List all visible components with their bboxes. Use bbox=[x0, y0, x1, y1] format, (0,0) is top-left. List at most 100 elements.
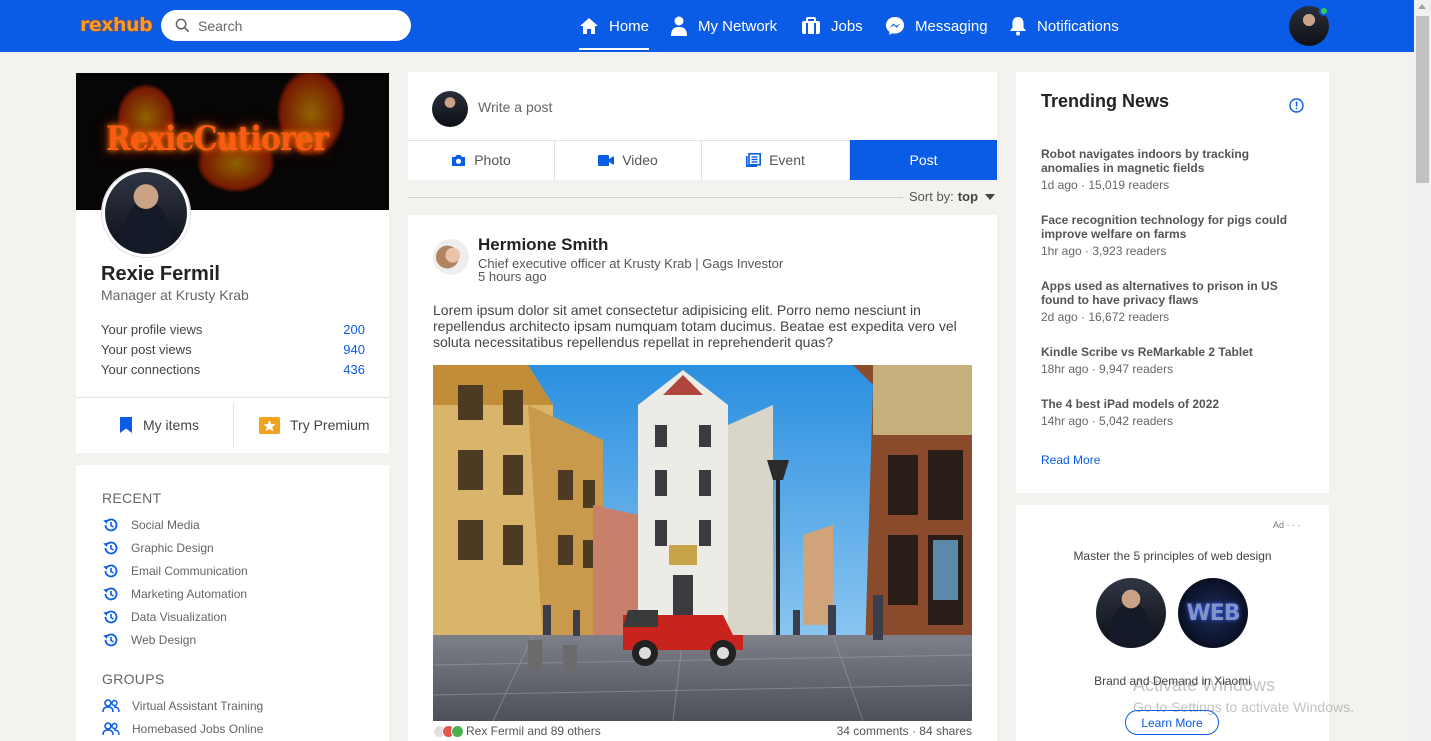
nav-notifications-label: Notifications bbox=[1037, 17, 1119, 35]
messenger-icon bbox=[886, 17, 904, 35]
sort-divider bbox=[408, 197, 903, 198]
groups-heading: GROUPS bbox=[102, 671, 165, 687]
history-icon bbox=[103, 610, 118, 624]
recent-item-label: Data Visualization bbox=[131, 610, 227, 624]
nav-jobs[interactable]: Jobs bbox=[801, 0, 863, 52]
recent-item[interactable]: Social Media bbox=[102, 516, 200, 534]
info-icon[interactable] bbox=[1289, 98, 1304, 113]
rexhub-logo[interactable]: rexhub bbox=[80, 14, 153, 36]
person-icon bbox=[671, 16, 687, 36]
post-views-value[interactable]: 940 bbox=[343, 342, 365, 357]
recent-item-label: Graphic Design bbox=[131, 541, 214, 555]
history-icon bbox=[103, 518, 118, 532]
profile-title: Manager at Krusty Krab bbox=[101, 287, 249, 303]
ad-logo-text: WEB bbox=[1186, 600, 1240, 626]
premium-star-icon bbox=[259, 416, 280, 434]
profile-picture[interactable] bbox=[102, 169, 190, 257]
search-box[interactable] bbox=[161, 10, 411, 41]
bookmark-icon bbox=[120, 417, 132, 433]
recent-item[interactable]: Marketing Automation bbox=[102, 585, 247, 603]
search-icon bbox=[175, 18, 190, 33]
recent-item[interactable]: Web Design bbox=[102, 631, 196, 649]
news-item-title[interactable]: Apps used as alternatives to prison in U… bbox=[1041, 279, 1303, 307]
news-item-meta: 14hr ago · 5,042 readers bbox=[1041, 414, 1174, 428]
news-item-meta: 1d ago · 15,019 readers bbox=[1041, 178, 1170, 192]
reactions-summary[interactable]: Rex Fermil and 89 others bbox=[433, 724, 601, 738]
nav-messaging[interactable]: Messaging bbox=[885, 0, 988, 52]
group-icon bbox=[102, 699, 120, 713]
ad-headline: Master the 5 principles of web design bbox=[1073, 549, 1272, 563]
nav-messaging-label: Messaging bbox=[915, 17, 988, 35]
try-premium-label: Try Premium bbox=[290, 417, 370, 433]
ad-label[interactable]: Ad · · · bbox=[1273, 520, 1301, 530]
nav-home[interactable]: Home bbox=[579, 0, 650, 52]
sort-label: Sort by: bbox=[909, 189, 954, 204]
recent-item-label: Web Design bbox=[131, 633, 197, 647]
connections-value[interactable]: 436 bbox=[343, 362, 365, 377]
group-icon bbox=[102, 722, 120, 736]
recent-item-label: Marketing Automation bbox=[131, 587, 248, 601]
post-image[interactable] bbox=[433, 365, 972, 721]
profile-views-value[interactable]: 200 bbox=[343, 322, 365, 337]
post-timestamp: 5 hours ago bbox=[478, 269, 547, 284]
recent-item-label: Social Media bbox=[131, 518, 200, 532]
post-button[interactable]: Post bbox=[850, 140, 997, 180]
recent-item[interactable]: Graphic Design bbox=[102, 539, 214, 557]
event-button[interactable]: Event bbox=[702, 140, 850, 180]
recent-item[interactable]: Data Visualization bbox=[102, 608, 227, 626]
nav-jobs-label: Jobs bbox=[831, 17, 863, 35]
try-premium-button[interactable]: Try Premium bbox=[259, 398, 370, 452]
caret-down-icon bbox=[985, 193, 996, 200]
read-more-link[interactable]: Read More bbox=[1041, 453, 1100, 467]
history-icon bbox=[103, 541, 118, 555]
news-item-title[interactable]: Robot navigates indoors by tracking anom… bbox=[1041, 147, 1303, 175]
ad-brand-logo: WEB bbox=[1178, 578, 1248, 648]
news-item-title[interactable]: The 4 best iPad models of 2022 bbox=[1041, 397, 1303, 411]
news-item-meta: 1hr ago · 3,923 readers bbox=[1041, 244, 1167, 258]
trending-title: Trending News bbox=[1041, 91, 1170, 111]
news-item-title[interactable]: Face recognition technology for pigs cou… bbox=[1041, 213, 1303, 241]
video-label: Video bbox=[622, 152, 658, 168]
post-author-avatar[interactable] bbox=[433, 239, 469, 275]
recent-item[interactable]: Email Communication bbox=[102, 562, 248, 580]
recent-item-label: Email Communication bbox=[131, 564, 248, 578]
group-item-label: Virtual Assistant Training bbox=[132, 699, 264, 713]
my-items-label: My items bbox=[143, 417, 199, 433]
cover-logo-text: RexieCutiorer bbox=[106, 119, 329, 159]
event-label: Event bbox=[769, 152, 805, 168]
write-post-input[interactable]: Write a post bbox=[478, 99, 552, 115]
street-scene-image bbox=[433, 365, 972, 721]
profile-views-label[interactable]: Your profile views bbox=[101, 322, 202, 337]
activate-windows-subtext: Go to Settings to activate Windows. bbox=[1133, 699, 1354, 715]
home-icon bbox=[580, 18, 598, 34]
camera-icon bbox=[452, 154, 466, 166]
post-views-label[interactable]: Your post views bbox=[101, 342, 192, 357]
connections-label[interactable]: Your connections bbox=[101, 362, 200, 377]
nav-my-network[interactable]: My Network bbox=[670, 0, 777, 52]
post-author-name[interactable]: Hermione Smith bbox=[478, 235, 608, 255]
divider bbox=[233, 403, 234, 447]
composer-avatar bbox=[432, 91, 468, 127]
profile-name[interactable]: Rexie Fermil bbox=[101, 263, 220, 286]
my-items-button[interactable]: My items bbox=[119, 398, 199, 452]
sort-dropdown[interactable]: Sort by: top bbox=[909, 189, 996, 204]
search-input[interactable] bbox=[198, 16, 398, 35]
post-text: Lorem ipsum dolor sit amet consectetur a… bbox=[433, 302, 957, 350]
online-status-dot bbox=[1319, 6, 1329, 16]
scroll-up-arrow-icon[interactable] bbox=[1418, 4, 1426, 9]
photo-button[interactable]: Photo bbox=[408, 140, 555, 180]
video-button[interactable]: Video bbox=[555, 140, 702, 180]
scrollbar-thumb[interactable] bbox=[1416, 16, 1429, 183]
sort-value: top bbox=[957, 189, 979, 204]
photo-label: Photo bbox=[474, 152, 511, 168]
comments-shares-count[interactable]: 34 comments · 84 shares bbox=[837, 724, 972, 738]
group-item-label: Homebased Jobs Online bbox=[132, 722, 264, 736]
nav-home-label: Home bbox=[609, 17, 650, 35]
news-item-title[interactable]: Kindle Scribe vs ReMarkable 2 Tablet bbox=[1041, 345, 1303, 359]
group-item[interactable]: Homebased Jobs Online bbox=[102, 720, 263, 738]
nav-notifications[interactable]: Notifications bbox=[1009, 0, 1119, 52]
video-icon bbox=[598, 154, 615, 166]
group-item[interactable]: Virtual Assistant Training bbox=[102, 697, 263, 715]
activate-windows-watermark: Activate Windows bbox=[1133, 675, 1276, 695]
briefcase-icon bbox=[802, 17, 820, 34]
